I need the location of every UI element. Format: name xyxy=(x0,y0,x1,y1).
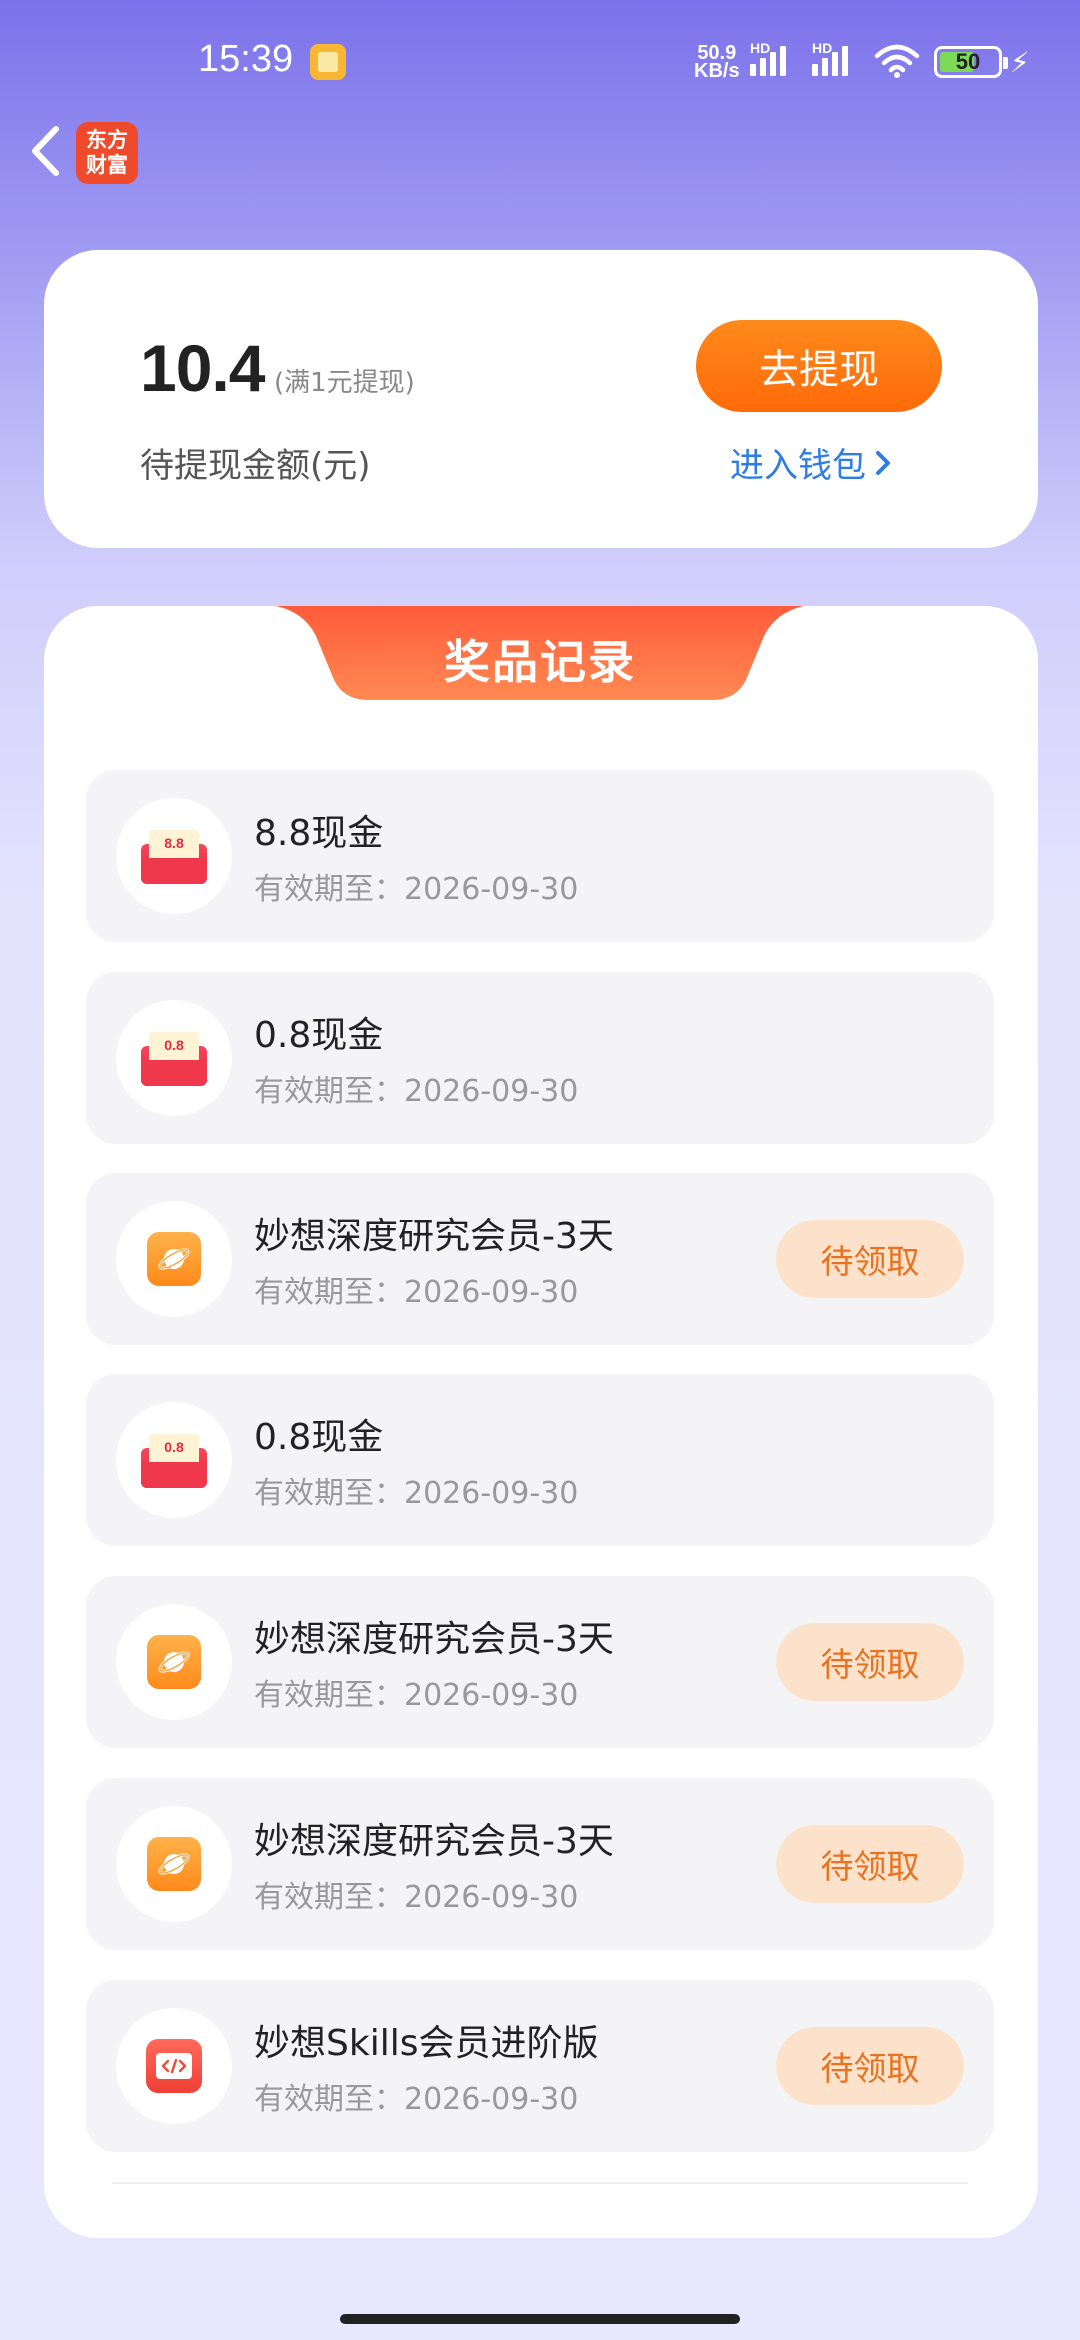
network-speed: 50.9 KB/s xyxy=(694,43,740,82)
wifi-icon xyxy=(874,44,920,78)
prize-title: 0.8现金 xyxy=(254,1417,384,1458)
signal-label: HD xyxy=(750,40,771,56)
notification-app-icon xyxy=(310,44,346,80)
prize-records-title: 奖品记录 xyxy=(444,635,636,689)
red-packet-icon: 8.8 xyxy=(116,798,232,914)
chevron-left-icon xyxy=(32,126,59,176)
prize-records-header: 奖品记录 xyxy=(276,606,804,702)
claim-button[interactable]: 待领取 xyxy=(776,2027,964,2105)
prize-expiry: 有效期至：2026-09-30 xyxy=(254,1275,579,1310)
claim-button[interactable]: 待领取 xyxy=(776,1220,964,1298)
wallet-card: 10.4 (满1元提现) 待提现金额(元) 去提现 进入钱包 xyxy=(44,250,1038,548)
prize-title: 8.8现金 xyxy=(254,813,384,854)
prize-record-row: 妙想深度研究会员-3天 有效期至：2026-09-30 待领取 xyxy=(86,1778,994,1950)
withdraw-threshold-note: (满1元提现) xyxy=(274,368,415,398)
planet-icon-wrap xyxy=(116,1604,232,1720)
list-end-divider xyxy=(112,2182,968,2184)
planet-icon xyxy=(147,1232,201,1286)
back-button[interactable] xyxy=(20,118,70,184)
prize-record-row: 妙想深度研究会员-3天 有效期至：2026-09-30 待领取 xyxy=(86,1576,994,1748)
planet-icon xyxy=(147,1635,201,1689)
prize-record-row: 0.8 0.8现金 有效期至：2026-09-30 xyxy=(86,1374,994,1546)
prize-expiry: 有效期至：2026-09-30 xyxy=(254,1074,579,1109)
app-logo: 东方 财富 xyxy=(76,122,138,184)
planet-icon-wrap xyxy=(116,1806,232,1922)
logo-line-1: 东方 xyxy=(86,128,128,152)
claim-button[interactable]: 待领取 xyxy=(776,1825,964,1903)
logo-line-2: 财富 xyxy=(86,153,128,177)
pending-amount: 10.4 xyxy=(140,331,265,405)
planet-icon-wrap xyxy=(116,1201,232,1317)
prize-record-row: 0.8 0.8现金 有效期至：2026-09-30 xyxy=(86,972,994,1144)
planet-icon xyxy=(147,1837,201,1891)
signal-label: HD xyxy=(812,40,833,56)
prize-expiry: 有效期至：2026-09-30 xyxy=(254,1880,579,1915)
prize-expiry: 有效期至：2026-09-30 xyxy=(254,1678,579,1713)
code-icon-wrap xyxy=(116,2008,232,2124)
network-speed-unit: KB/s xyxy=(694,60,740,82)
prize-record-row: 妙想Skills会员进阶版 有效期至：2026-09-30 待领取 xyxy=(86,1980,994,2152)
prize-expiry: 有效期至：2026-09-30 xyxy=(254,872,579,907)
status-time: 15:39 xyxy=(198,38,294,80)
status-bar: 15:39 50.9 KB/s HD HD 50 ⚡ xyxy=(0,0,1080,120)
home-indicator[interactable] xyxy=(340,2314,740,2324)
charging-icon: ⚡ xyxy=(1010,46,1030,79)
prize-title: 妙想Skills会员进阶版 xyxy=(254,2023,599,2064)
prize-title: 妙想深度研究会员-3天 xyxy=(254,1619,614,1660)
prize-record-row: 妙想深度研究会员-3天 有效期至：2026-09-30 待领取 xyxy=(86,1173,994,1345)
battery-level: 50 xyxy=(955,49,981,74)
prize-title: 妙想深度研究会员-3天 xyxy=(254,1216,614,1257)
signal-icon: HD xyxy=(812,40,848,76)
enter-wallet-label: 进入钱包 xyxy=(730,446,866,486)
battery-icon: 50 xyxy=(934,46,1008,78)
red-packet-icon: 0.8 xyxy=(116,1402,232,1518)
pending-amount-label: 待提现金额(元) xyxy=(140,446,371,486)
chevron-right-icon xyxy=(876,450,890,475)
red-packet-icon: 0.8 xyxy=(116,1000,232,1116)
prize-title: 0.8现金 xyxy=(254,1015,384,1056)
code-icon xyxy=(146,2039,202,2093)
signal-icon: HD xyxy=(750,40,786,76)
prize-expiry: 有效期至：2026-09-30 xyxy=(254,1476,579,1511)
withdraw-button[interactable]: 去提现 xyxy=(696,320,942,412)
prize-record-row: 8.8 8.8现金 有效期至：2026-09-30 xyxy=(86,770,994,942)
prize-expiry: 有效期至：2026-09-30 xyxy=(254,2082,579,2117)
enter-wallet-link[interactable]: 进入钱包 xyxy=(730,438,892,487)
claim-button[interactable]: 待领取 xyxy=(776,1623,964,1701)
prize-title: 妙想深度研究会员-3天 xyxy=(254,1821,614,1862)
